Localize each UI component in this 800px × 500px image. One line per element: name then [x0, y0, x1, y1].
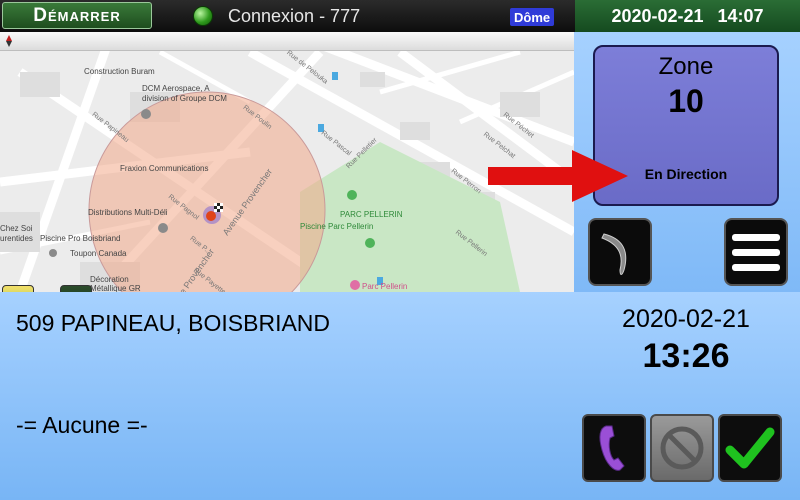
start-button[interactable]: Démarrer	[2, 2, 152, 29]
menu-button[interactable]	[724, 218, 788, 286]
connection-text: Connexion - 777	[228, 6, 361, 26]
zone-title: Zone	[658, 53, 714, 80]
confirm-button[interactable]	[718, 414, 782, 482]
map-label: Distributions Multi-Déli	[88, 208, 168, 217]
map-toolbar	[0, 32, 574, 51]
phone-icon	[599, 425, 625, 471]
map-label: Construction Buram	[84, 67, 155, 76]
bottom-panel: 509 PAPINEAU, BOISBRIAND 2020-02-21 13:2…	[0, 292, 800, 500]
map-label: Parc Pellerin	[362, 282, 408, 291]
red-arrow-icon	[488, 150, 628, 202]
connection-status-icon	[193, 6, 213, 26]
boomerang-icon	[601, 233, 627, 275]
map-layers-button[interactable]	[60, 285, 92, 292]
map-label: Métallique GR	[90, 284, 141, 292]
back-button[interactable]	[588, 218, 652, 286]
map-label: PARC PELLERIN	[340, 210, 403, 219]
note-text: -= Aucune =-	[16, 412, 148, 438]
map-label: Toupon Canada	[70, 249, 127, 258]
address-text: 509 PAPINEAU, BOISBRIAND	[16, 310, 331, 336]
zone-number: 10	[668, 83, 704, 119]
map-label: Fraxion Communications	[120, 164, 209, 173]
map-label: Piscine Parc Pellerin	[300, 222, 374, 231]
map-label: division of Groupe DCM	[142, 94, 227, 103]
map-label: Chez Soi	[0, 224, 33, 233]
cancel-icon	[660, 426, 704, 470]
map-3d-button[interactable]: 3D	[2, 285, 34, 292]
phone-button[interactable]	[582, 414, 646, 482]
clock-time: 14:07	[717, 5, 764, 26]
compass-icon	[6, 35, 12, 47]
hamburger-menu-icon	[732, 234, 780, 271]
dome-badge[interactable]: Dôme	[510, 8, 555, 26]
map-label: Piscine Pro Boisbriand	[40, 234, 121, 243]
map-label: DCM Aerospace, A	[142, 84, 210, 93]
event-time: 13:26	[642, 337, 730, 375]
map-label: urentides	[0, 234, 33, 243]
map-label: Décoration	[90, 275, 129, 284]
event-date: 2020-02-21	[622, 305, 750, 333]
vehicle-marker-icon[interactable]	[201, 202, 225, 226]
cancel-button[interactable]	[650, 414, 714, 482]
clock-date: 2020-02-21	[611, 5, 704, 26]
checkmark-icon	[725, 427, 775, 469]
top-bar: Démarrer Connexion - 777 Dôme 2020-02-21…	[0, 0, 800, 32]
clock: 2020-02-21 14:07	[575, 0, 800, 32]
